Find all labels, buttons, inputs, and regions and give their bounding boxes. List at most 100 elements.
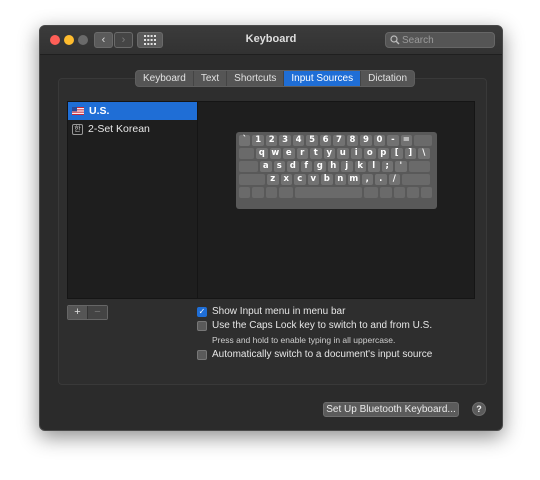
modifier-key bbox=[393, 187, 406, 198]
keyboard-row bbox=[239, 187, 434, 198]
key: \ bbox=[418, 148, 430, 159]
key: = bbox=[400, 135, 413, 146]
key: u bbox=[337, 148, 349, 159]
auto-switch-checkbox[interactable] bbox=[197, 349, 207, 360]
key: 1 bbox=[252, 135, 264, 146]
key: 3 bbox=[279, 135, 291, 146]
us-flag-icon bbox=[72, 107, 84, 115]
key: a bbox=[260, 161, 272, 172]
key: ` bbox=[239, 135, 251, 146]
remove-input-source-button[interactable]: − bbox=[87, 306, 107, 319]
input-source-list[interactable]: U.S. 한 2-Set Korean bbox=[67, 101, 198, 299]
key: n bbox=[334, 174, 346, 185]
search-input[interactable] bbox=[402, 33, 490, 47]
input-source-label: 2-Set Korean bbox=[88, 123, 150, 135]
key: ' bbox=[395, 161, 407, 172]
korean-input-icon: 한 bbox=[72, 123, 83, 135]
keyboard-row: z x c v b n m,. / bbox=[239, 174, 434, 185]
key: z bbox=[267, 174, 279, 185]
input-source-korean[interactable]: 한 2-Set Korean bbox=[68, 120, 197, 138]
show-input-menu-option[interactable]: ✓ Show Input menu in menu bar bbox=[197, 306, 345, 317]
key: 9 bbox=[360, 135, 372, 146]
modifier-key bbox=[407, 187, 419, 198]
list-controls: + − bbox=[67, 305, 108, 320]
key: 7 bbox=[333, 135, 345, 146]
modifier-key bbox=[414, 135, 433, 146]
key: 8 bbox=[346, 135, 359, 146]
key: s bbox=[273, 161, 285, 172]
keyboard-layout-preview: ` 1 2 3 4 5 6 7 8 9 0- = q w e r t y u i o p[] \ a s d f g h j k l; ' … bbox=[236, 132, 437, 209]
key: ; bbox=[381, 161, 393, 172]
auto-switch-label: Automatically switch to a document's inp… bbox=[212, 349, 433, 360]
modifier-key bbox=[279, 187, 294, 198]
help-button[interactable]: ? bbox=[472, 402, 486, 416]
key: / bbox=[388, 174, 400, 185]
tab-dictation[interactable]: Dictation bbox=[360, 71, 414, 86]
modifier-key bbox=[364, 187, 379, 198]
modifier-key bbox=[408, 161, 430, 172]
key: y bbox=[323, 148, 335, 159]
add-input-source-button[interactable]: + bbox=[68, 306, 87, 319]
key: v bbox=[307, 174, 319, 185]
key: x bbox=[280, 174, 292, 185]
caps-lock-label: Use the Caps Lock key to switch to and f… bbox=[212, 320, 433, 331]
tab-keyboard[interactable]: Keyboard bbox=[136, 71, 193, 86]
key: l bbox=[368, 161, 380, 172]
key: d bbox=[287, 161, 299, 172]
caps-lock-checkbox[interactable] bbox=[197, 320, 207, 331]
key: k bbox=[354, 161, 366, 172]
key: . bbox=[375, 174, 387, 185]
setup-bluetooth-keyboard-button[interactable]: Set Up Bluetooth Keyboard... bbox=[323, 402, 459, 417]
key: p bbox=[377, 148, 389, 159]
key: h bbox=[327, 161, 339, 172]
input-source-us[interactable]: U.S. bbox=[68, 102, 197, 120]
modifier-key bbox=[239, 161, 258, 172]
caps-lock-option[interactable]: Use the Caps Lock key to switch to and f… bbox=[197, 320, 432, 331]
keyboard-row: q w e r t y u i o p[] \ bbox=[239, 148, 434, 159]
keyboard-preferences-window: ‹ › Keyboard Keyboard Text S bbox=[39, 25, 503, 431]
title-bar: ‹ › Keyboard bbox=[40, 26, 502, 55]
keyboard-row: ` 1 2 3 4 5 6 7 8 9 0- = bbox=[239, 135, 434, 146]
modifier-key bbox=[239, 187, 251, 198]
input-source-label: U.S. bbox=[89, 105, 110, 117]
key: 6 bbox=[319, 135, 332, 146]
modifier-key bbox=[239, 174, 265, 185]
key: g bbox=[314, 161, 326, 172]
caps-lock-hint: Press and hold to enable typing in all u… bbox=[212, 335, 396, 345]
key: c bbox=[294, 174, 306, 185]
search-icon bbox=[390, 35, 400, 45]
key: 2 bbox=[265, 135, 278, 146]
modifier-key bbox=[380, 187, 392, 198]
key: , bbox=[361, 174, 373, 185]
key: b bbox=[321, 174, 333, 185]
tab-text[interactable]: Text bbox=[192, 71, 226, 86]
modifier-key bbox=[265, 187, 278, 198]
keyboard-row: a s d f g h j k l; ' bbox=[239, 161, 434, 172]
key: j bbox=[341, 161, 353, 172]
auto-switch-option[interactable]: Automatically switch to a document's inp… bbox=[197, 349, 432, 360]
key: ] bbox=[404, 148, 416, 159]
modifier-key bbox=[252, 187, 264, 198]
key: 4 bbox=[292, 135, 305, 146]
key: o bbox=[364, 148, 376, 159]
key: [ bbox=[391, 148, 403, 159]
modifier-key bbox=[239, 148, 254, 159]
modifier-key bbox=[420, 187, 432, 198]
tab-shortcuts[interactable]: Shortcuts bbox=[226, 71, 283, 86]
key: t bbox=[310, 148, 322, 159]
key: f bbox=[300, 161, 312, 172]
tab-bar: Keyboard Text Shortcuts Input Sources Di… bbox=[135, 70, 416, 87]
show-input-menu-checkbox[interactable]: ✓ bbox=[197, 306, 207, 317]
tab-input-sources[interactable]: Input Sources bbox=[283, 71, 361, 86]
keyboard-preview-panel: ` 1 2 3 4 5 6 7 8 9 0- = q w e r t y u i o p[] \ a s d f g h j k l; ' … bbox=[197, 101, 475, 299]
key: 5 bbox=[306, 135, 318, 146]
key: - bbox=[387, 135, 399, 146]
key: i bbox=[350, 148, 362, 159]
key: m bbox=[348, 174, 360, 185]
show-input-menu-label: Show Input menu in menu bar bbox=[212, 306, 346, 317]
key: q bbox=[256, 148, 268, 159]
modifier-key bbox=[402, 174, 430, 185]
key: r bbox=[296, 148, 308, 159]
modifier-key bbox=[295, 187, 363, 198]
search-field[interactable] bbox=[385, 32, 495, 48]
